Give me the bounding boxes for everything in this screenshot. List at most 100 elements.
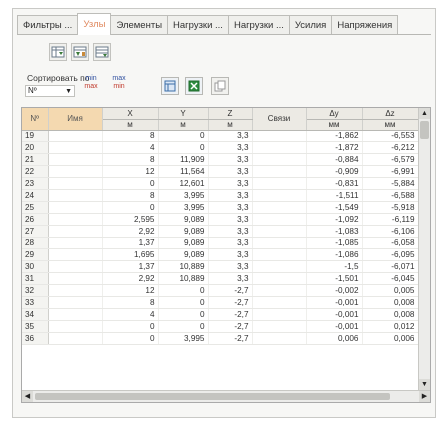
cell-links[interactable] — [252, 165, 307, 179]
cell-dy[interactable]: 0,006 — [306, 332, 363, 345]
cell-links[interactable] — [252, 296, 307, 309]
cell-links[interactable] — [252, 260, 307, 274]
cell-dz[interactable]: -6,119 — [362, 213, 419, 226]
cell-x[interactable]: 0 — [102, 320, 159, 333]
cell-name[interactable] — [48, 201, 103, 214]
col-header-z[interactable]: Z — [208, 108, 253, 120]
cell-no[interactable]: 24 — [22, 189, 49, 202]
cell-name[interactable] — [48, 177, 103, 190]
cell-dy[interactable]: -1,5 — [306, 260, 363, 274]
cell-dz[interactable]: -6,991 — [362, 165, 419, 179]
vertical-scrollbar[interactable]: ▲ ▼ — [418, 108, 430, 390]
cell-name[interactable] — [48, 248, 103, 262]
table-row[interactable]: 36 0 3,995 -2,7 0,006 0,006 — [22, 332, 419, 345]
cell-z[interactable]: -2,7 — [208, 308, 253, 321]
cell-name[interactable] — [48, 308, 103, 321]
cell-name[interactable] — [48, 189, 103, 202]
cell-x[interactable]: 4 — [102, 141, 159, 155]
cell-no[interactable]: 34 — [22, 308, 49, 321]
cell-dy[interactable]: -0,001 — [306, 296, 363, 309]
sort-ascending-button[interactable]: min max — [79, 75, 103, 97]
cell-dz[interactable]: 0,005 — [362, 284, 419, 297]
col-header-name[interactable]: Имя — [48, 108, 103, 131]
filter-rows-icon[interactable] — [93, 43, 111, 61]
vertical-scroll-thumb[interactable] — [420, 121, 429, 139]
cell-no[interactable]: 22 — [22, 165, 49, 179]
col-header-no[interactable]: Nº — [22, 108, 49, 131]
cell-y[interactable]: 3,995 — [158, 189, 209, 202]
cell-z[interactable]: 3,3 — [208, 177, 253, 190]
cell-dy[interactable]: -0,002 — [306, 284, 363, 297]
cell-z[interactable]: 3,3 — [208, 237, 253, 250]
horizontal-scroll-thumb[interactable] — [35, 393, 390, 400]
scroll-up-icon[interactable]: ▲ — [419, 108, 430, 119]
cell-no[interactable]: 32 — [22, 284, 49, 297]
cell-dy[interactable]: -1,092 — [306, 213, 363, 226]
cell-links[interactable] — [252, 177, 307, 190]
cell-z[interactable]: -2,7 — [208, 320, 253, 333]
cell-z[interactable]: 3,3 — [208, 165, 253, 179]
cell-dz[interactable]: 0,006 — [362, 332, 419, 345]
cell-y[interactable]: 3,995 — [158, 201, 209, 214]
filter-table-icon[interactable] — [49, 43, 67, 61]
cell-x[interactable]: 4 — [102, 308, 159, 321]
cell-no[interactable]: 26 — [22, 213, 49, 226]
excel-export-icon[interactable] — [185, 77, 203, 95]
tab-loads-1[interactable]: Нагрузки ... — [167, 15, 229, 34]
copy-icon[interactable] — [211, 77, 229, 95]
cell-x[interactable]: 0 — [102, 177, 159, 190]
tab-loads-2[interactable]: Нагрузки ... — [227, 15, 290, 34]
table-row[interactable]: 32 12 0 -2,7 -0,002 0,005 — [22, 284, 419, 297]
cell-no[interactable]: 28 — [22, 237, 49, 250]
cell-dy[interactable]: -1,511 — [306, 189, 363, 202]
table-row[interactable]: 29 1,695 9,089 3,3 -1,086 -6,095 — [22, 248, 419, 262]
cell-x[interactable]: 8 — [102, 189, 159, 202]
cell-no[interactable]: 35 — [22, 320, 49, 333]
cell-dy[interactable]: -1,083 — [306, 225, 363, 238]
cell-y[interactable]: 9,089 — [158, 248, 209, 262]
cell-z[interactable]: 3,3 — [208, 225, 253, 238]
cell-x[interactable]: 1,37 — [102, 237, 159, 250]
cell-name[interactable] — [48, 284, 103, 297]
cell-no[interactable]: 19 — [22, 130, 49, 143]
cell-y[interactable]: 0 — [158, 284, 209, 297]
cell-name[interactable] — [48, 296, 103, 309]
cell-name[interactable] — [48, 225, 103, 238]
cell-x[interactable]: 1,37 — [102, 260, 159, 274]
cell-z[interactable]: 3,3 — [208, 201, 253, 214]
cell-links[interactable] — [252, 130, 307, 143]
cell-dy[interactable]: -0,909 — [306, 165, 363, 179]
tab-filters[interactable]: Фильтры ... — [17, 15, 79, 34]
cell-dy[interactable]: -0,001 — [306, 320, 363, 333]
table-row[interactable]: 28 1,37 9,089 3,3 -1,085 -6,058 — [22, 237, 419, 250]
cell-y[interactable]: 0 — [158, 308, 209, 321]
cell-no[interactable]: 33 — [22, 296, 49, 309]
horizontal-scrollbar[interactable]: ◀ ▶ — [22, 390, 430, 402]
cell-name[interactable] — [48, 130, 103, 143]
cell-x[interactable]: 8 — [102, 153, 159, 167]
cell-z[interactable]: 3,3 — [208, 189, 253, 202]
cell-x[interactable]: 0 — [102, 332, 159, 345]
cell-name[interactable] — [48, 165, 103, 179]
cell-dz[interactable]: -6,553 — [362, 130, 419, 143]
cell-name[interactable] — [48, 153, 103, 167]
cell-name[interactable] — [48, 332, 103, 345]
cell-z[interactable]: 3,3 — [208, 213, 253, 226]
table-row[interactable]: 26 2,595 9,089 3,3 -1,092 -6,119 — [22, 213, 419, 226]
cell-dy[interactable]: -1,085 — [306, 237, 363, 250]
cell-dz[interactable]: -5,884 — [362, 177, 419, 190]
cell-y[interactable]: 9,089 — [158, 225, 209, 238]
cell-z[interactable]: 3,3 — [208, 141, 253, 155]
table-row[interactable]: 27 2,92 9,089 3,3 -1,083 -6,106 — [22, 225, 419, 238]
cell-no[interactable]: 29 — [22, 248, 49, 262]
cell-dy[interactable]: -1,862 — [306, 130, 363, 143]
table-row[interactable]: 22 12 11,564 3,3 -0,909 -6,991 — [22, 165, 419, 179]
cell-z[interactable]: 3,3 — [208, 130, 253, 143]
cell-name[interactable] — [48, 141, 103, 155]
cell-dz[interactable]: 0,012 — [362, 320, 419, 333]
cell-name[interactable] — [48, 260, 103, 274]
cell-name[interactable] — [48, 272, 103, 286]
cell-no[interactable]: 36 — [22, 332, 49, 345]
cell-links[interactable] — [252, 272, 307, 286]
cell-y[interactable]: 10,889 — [158, 272, 209, 286]
